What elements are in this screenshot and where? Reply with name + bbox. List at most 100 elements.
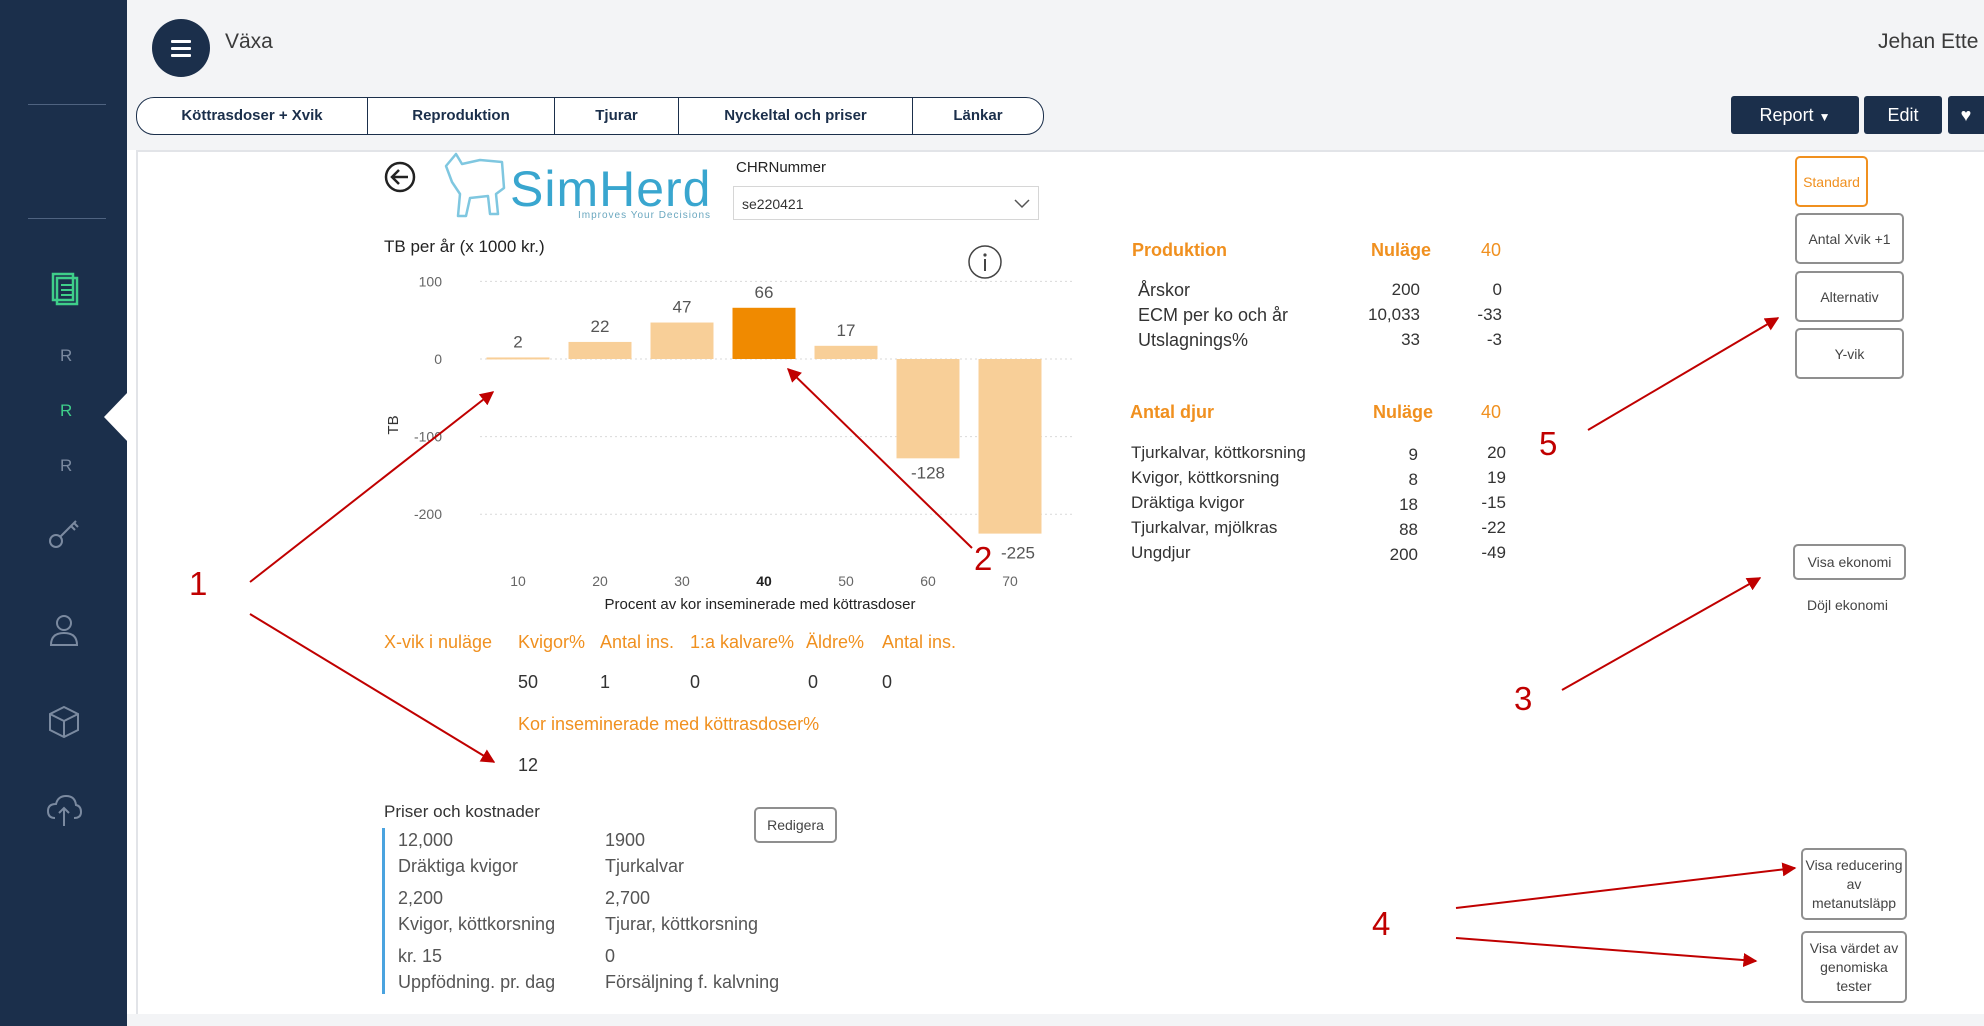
produktion-title: Produktion [1132,240,1227,260]
antal-djur-row-now: 8 [1408,470,1418,489]
annotation-5: 5 [1539,425,1558,462]
chart-title: TB per år (x 1000 kr.) [384,237,545,256]
y-tick-label: -200 [414,506,442,522]
price-label: Kvigor, köttkorsning [398,914,556,934]
report-button-label: Report [1759,105,1814,125]
price-value: 12,000 [398,830,454,850]
price-label: Dräktiga kvigor [398,856,519,876]
price-value: 0 [605,946,616,966]
sidebar-item-r2[interactable]: R [60,401,72,421]
back-arrow-icon[interactable] [383,160,417,194]
tab-tjurar[interactable]: Tjurar [555,98,679,134]
x-axis-label: Procent av kor inseminerade med köttrasd… [605,596,916,613]
report-button[interactable]: Report ▼ [1731,96,1859,134]
data-label: -225 [1001,544,1035,563]
y-vik-button[interactable]: Y-vik [1795,328,1904,379]
user-icon[interactable] [44,610,84,650]
redigera-button[interactable]: Redigera [754,807,837,843]
visa-metan-button[interactable]: Visa reducering av metanutsläpp [1801,848,1907,920]
annotation-2: 2 [974,540,993,577]
bar [896,359,960,459]
tab-nyckeltal[interactable]: Nyckeltal och priser [679,98,913,134]
price-value: 2,200 [398,888,444,908]
annotation-3: 3 [1514,680,1533,717]
bar [732,307,796,359]
data-label: 17 [837,321,856,340]
y-tick-label: 100 [419,273,443,289]
chevron-down-icon [1014,199,1030,209]
caret-down-icon: ▼ [1818,110,1831,124]
kor-inseminerade-label: Kor inseminerade med köttrasdoser% [518,714,820,734]
x-tick-label: 50 [838,573,854,589]
top-bar [127,0,1984,86]
annotation-1: 1 [189,565,208,602]
y-axis-label: TB [385,415,402,434]
produktion-row-label: ECM per ko och år [1138,305,1289,325]
produktion-row-label: Utslagnings% [1138,330,1249,350]
tab-kottrasdoser[interactable]: Köttrasdoser + Xvik [137,98,368,134]
edit-button[interactable]: Edit [1864,96,1942,134]
produktion-row-label: Årskor [1138,280,1191,300]
x-tick-label: 60 [920,573,936,589]
x-tick-label: 40 [756,573,772,589]
price-value: 1900 [605,830,646,850]
x-tick-label: 10 [510,573,526,589]
antal-djur-row-diff: -15 [1481,493,1506,512]
xvik-value-kalvare: 0 [690,672,701,692]
chr-label: CHRNummer [736,159,826,176]
antal-djur-col-nulage: Nuläge [1373,402,1434,422]
app-title: Växa [225,30,273,53]
visa-ekonomi-button[interactable]: Visa ekonomi [1793,544,1906,580]
antal-djur-row-now: 9 [1408,445,1418,464]
x-tick-label: 20 [592,573,608,589]
sidebar-item-r1[interactable]: R [60,346,72,366]
x-tick-label: 70 [1002,573,1018,589]
bar [486,357,550,360]
data-label: -128 [911,463,945,482]
simherd-tagline: Improves Your Decisions [578,210,712,221]
kor-inseminerade-value: 12 [518,755,539,775]
antal-djur-row-now: 18 [1399,495,1418,514]
dolj-ekonomi-button[interactable]: Döjl ekonomi [1807,597,1888,613]
visa-genomiska-button[interactable]: Visa värdet av genomiska tester [1801,931,1907,1003]
alternativ-button[interactable]: Alternativ [1795,271,1904,322]
x-tick-label: 30 [674,573,690,589]
cube-icon[interactable] [44,702,84,742]
favorite-button[interactable]: ♥ [1948,96,1984,134]
y-tick-label: -100 [414,429,442,445]
antal-djur-row-label: Dräktiga kvigor [1131,493,1245,512]
y-tick-label: 0 [434,351,442,367]
cloud-upload-icon[interactable] [44,790,84,830]
antal-xvik-button[interactable]: Antal Xvik +1 [1795,213,1904,264]
user-name[interactable]: Jehan Ette [1878,30,1978,54]
xvik-value-aldre: 0 [808,672,819,692]
xvik-value-kvigor: 50 [518,672,539,692]
antal-djur-row-diff: -49 [1481,543,1506,562]
price-value: 2,700 [605,888,651,908]
standard-button[interactable]: Standard [1795,156,1868,207]
key-icon[interactable] [44,513,84,553]
xvik-header-aldre: Äldre% [806,632,865,652]
produktion-row-diff: 0 [1492,280,1502,299]
bar [568,341,632,359]
cow-logo-icon [444,152,506,218]
tab-lankar[interactable]: Länkar [913,98,1043,134]
antal-djur-row-diff: 19 [1487,468,1506,487]
tab-reproduktion[interactable]: Reproduktion [368,98,555,134]
sidebar: R R R [0,0,128,1026]
bar [978,359,1042,534]
chr-dropdown[interactable]: se220421 [733,186,1039,220]
sidebar-divider [28,218,106,219]
antal-djur-row-diff: 20 [1487,443,1506,462]
antal-djur-col-scenario: 40 [1481,402,1502,422]
menu-button[interactable] [152,19,210,77]
price-label: Tjurkalvar [605,856,685,876]
price-label: Försäljning f. kalvning [605,972,780,992]
prices-title: Priser och kostnader [384,802,540,821]
report-icon[interactable] [44,268,84,308]
data-label: 47 [673,298,692,317]
produktion-col-nulage: Nuläge [1371,240,1432,260]
data-label: 66 [755,283,774,302]
sidebar-item-r3[interactable]: R [60,456,72,476]
antal-djur-title: Antal djur [1130,402,1214,422]
